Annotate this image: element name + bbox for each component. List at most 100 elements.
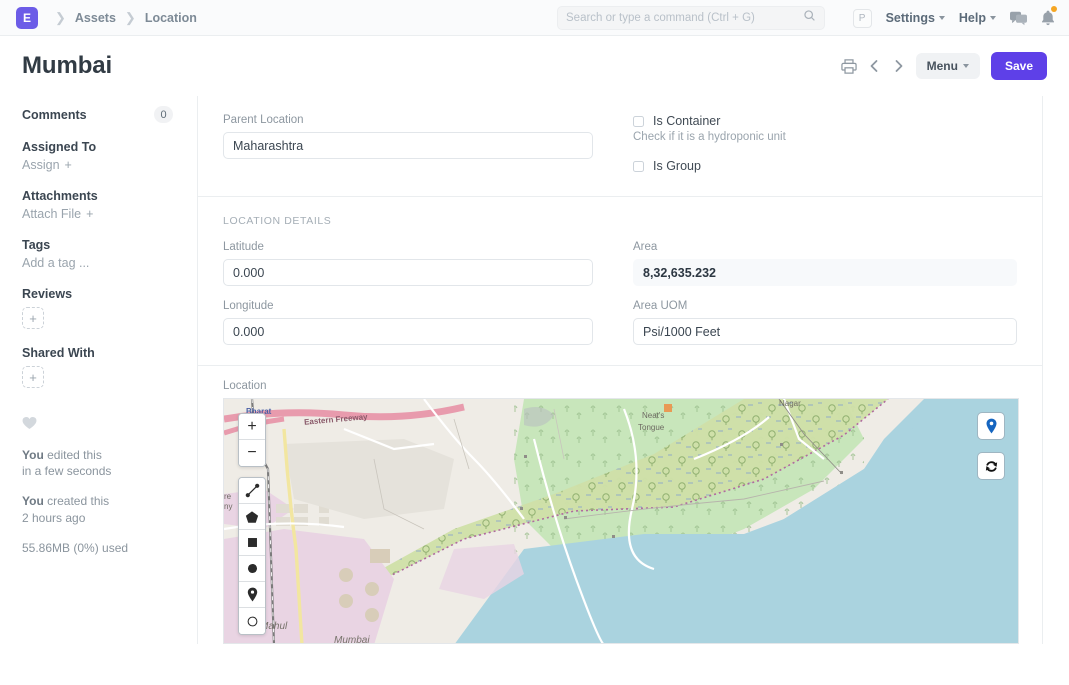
attach-file-label: Attach File <box>22 207 81 221</box>
sidebar-section-tags: Tags Add a tag ... <box>22 238 197 270</box>
edited-text: edited this <box>47 448 102 462</box>
form-card: Parent Location Is Container Check if it… <box>197 96 1043 644</box>
breadcrumb-assets[interactable]: Assets <box>75 11 116 25</box>
location-map[interactable]: Bharat eum Eastern Freeway Neat's Tongue… <box>223 398 1019 644</box>
created-meta: You created this 2 hours ago <box>22 493 197 525</box>
plus-icon: + <box>65 158 72 172</box>
locate-me-button[interactable] <box>977 412 1005 440</box>
edited-time: in a few seconds <box>22 464 111 478</box>
is-group-checkbox[interactable] <box>633 161 644 172</box>
assigned-to-label: Assigned To <box>22 140 96 154</box>
page-title: Mumbai <box>22 52 112 80</box>
comments-label: Comments <box>22 108 87 122</box>
edited-meta: You edited this in a few seconds <box>22 447 197 479</box>
chat-icon[interactable] <box>1010 11 1027 26</box>
area-uom-field: Area UOM <box>633 300 1017 345</box>
map-draw-toolbar <box>238 477 266 635</box>
is-group-label: Is Group <box>653 159 701 173</box>
map-zoom-control: + − <box>238 413 266 467</box>
area-value: 8,32,635.232 <box>633 259 1017 286</box>
assign-label: Assign <box>22 158 60 172</box>
next-document-icon[interactable] <box>892 59 905 73</box>
tags-label: Tags <box>22 238 50 252</box>
breadcrumb-separator-icon: ❯ <box>55 11 66 24</box>
storage-usage: 55.86MB (0%) used <box>22 540 197 556</box>
settings-dropdown[interactable]: Settings <box>886 11 945 25</box>
app-logo[interactable]: E <box>16 7 38 29</box>
created-by: You <box>22 494 44 508</box>
map-tiles <box>224 399 1019 644</box>
sidebar-section-reviews: Reviews + <box>22 287 197 329</box>
reviews-label: Reviews <box>22 287 72 301</box>
parent-location-input[interactable] <box>223 132 593 159</box>
draw-rectangle-icon[interactable] <box>239 530 265 556</box>
form-section-location-details: LOCATION DETAILS Latitude Longitude Area <box>198 197 1042 366</box>
location-map-label: Location <box>223 380 1017 392</box>
draw-polyline-icon[interactable] <box>239 478 265 504</box>
navbar-right: P Settings Help <box>853 0 1055 36</box>
page-actions: Menu Save <box>841 36 1047 96</box>
is-container-checkbox[interactable] <box>633 116 644 127</box>
zoom-out-button[interactable]: − <box>239 440 265 466</box>
chevron-down-icon <box>990 16 996 20</box>
area-uom-input[interactable] <box>633 318 1017 345</box>
is-container-help: Check if it is a hydroponic unit <box>633 131 1017 143</box>
help-label: Help <box>959 11 986 25</box>
sidebar: Comments 0 Assigned To Assign + Attachme… <box>0 96 197 644</box>
page-body: Comments 0 Assigned To Assign + Attachme… <box>0 96 1069 644</box>
longitude-label: Longitude <box>223 300 593 312</box>
is-container-label: Is Container <box>653 114 720 128</box>
draw-marker-icon[interactable] <box>239 582 265 608</box>
location-details-heading: LOCATION DETAILS <box>223 215 1017 227</box>
is-container-row[interactable]: Is Container <box>633 114 1017 128</box>
breadcrumb-separator-icon: ❯ <box>125 11 136 24</box>
sidebar-section-attachments: Attachments Attach File + <box>22 189 197 221</box>
area-uom-label: Area UOM <box>633 300 1017 312</box>
breadcrumb-location[interactable]: Location <box>145 11 197 25</box>
search-input[interactable] <box>566 12 803 24</box>
form-section-general: Parent Location Is Container Check if it… <box>198 96 1042 197</box>
attach-file-button[interactable]: Attach File + <box>22 207 197 221</box>
refresh-map-button[interactable] <box>977 452 1005 480</box>
plus-icon: + <box>86 207 93 221</box>
navbar: E ❯ Assets ❯ Location P Settings Help <box>0 0 1069 36</box>
zoom-in-button[interactable]: + <box>239 414 265 440</box>
map-canvas[interactable]: Bharat eum Eastern Freeway Neat's Tongue… <box>224 399 1018 643</box>
created-text: created this <box>47 494 109 508</box>
form-section-map: Location <box>198 366 1042 644</box>
help-dropdown[interactable]: Help <box>959 11 996 25</box>
edited-by: You <box>22 448 44 462</box>
add-share-button[interactable]: + <box>22 366 44 388</box>
menu-label: Menu <box>927 59 958 73</box>
page-header: Mumbai Menu Save <box>0 36 1069 96</box>
assign-button[interactable]: Assign + <box>22 158 197 172</box>
area-label: Area <box>633 241 1017 253</box>
previous-document-icon[interactable] <box>868 59 881 73</box>
like-heart-icon[interactable] <box>22 416 197 433</box>
chevron-down-icon <box>963 64 969 68</box>
latitude-input[interactable] <box>223 259 593 286</box>
draw-circlemarker-icon[interactable] <box>239 608 265 634</box>
sidebar-section-comments: Comments 0 <box>22 106 197 123</box>
latitude-field: Latitude <box>223 241 593 286</box>
draw-circle-icon[interactable] <box>239 556 265 582</box>
global-search[interactable] <box>557 6 825 30</box>
longitude-input[interactable] <box>223 318 593 345</box>
created-time: 2 hours ago <box>22 511 85 525</box>
avatar[interactable]: P <box>853 9 872 28</box>
add-tag-input[interactable]: Add a tag ... <box>22 256 197 270</box>
latitude-label: Latitude <box>223 241 593 253</box>
notification-dot <box>1051 6 1057 12</box>
draw-polygon-icon[interactable] <box>239 504 265 530</box>
menu-button[interactable]: Menu <box>916 53 980 79</box>
notifications-bell-icon[interactable] <box>1041 10 1055 26</box>
comments-count-badge: 0 <box>154 106 173 123</box>
is-group-row[interactable]: Is Group <box>633 159 1017 173</box>
save-button[interactable]: Save <box>991 52 1047 80</box>
print-icon[interactable] <box>841 59 857 74</box>
add-review-button[interactable]: + <box>22 307 44 329</box>
attachments-label: Attachments <box>22 189 98 203</box>
search-icon <box>803 9 816 27</box>
shared-with-label: Shared With <box>22 346 95 360</box>
longitude-field: Longitude <box>223 300 593 345</box>
